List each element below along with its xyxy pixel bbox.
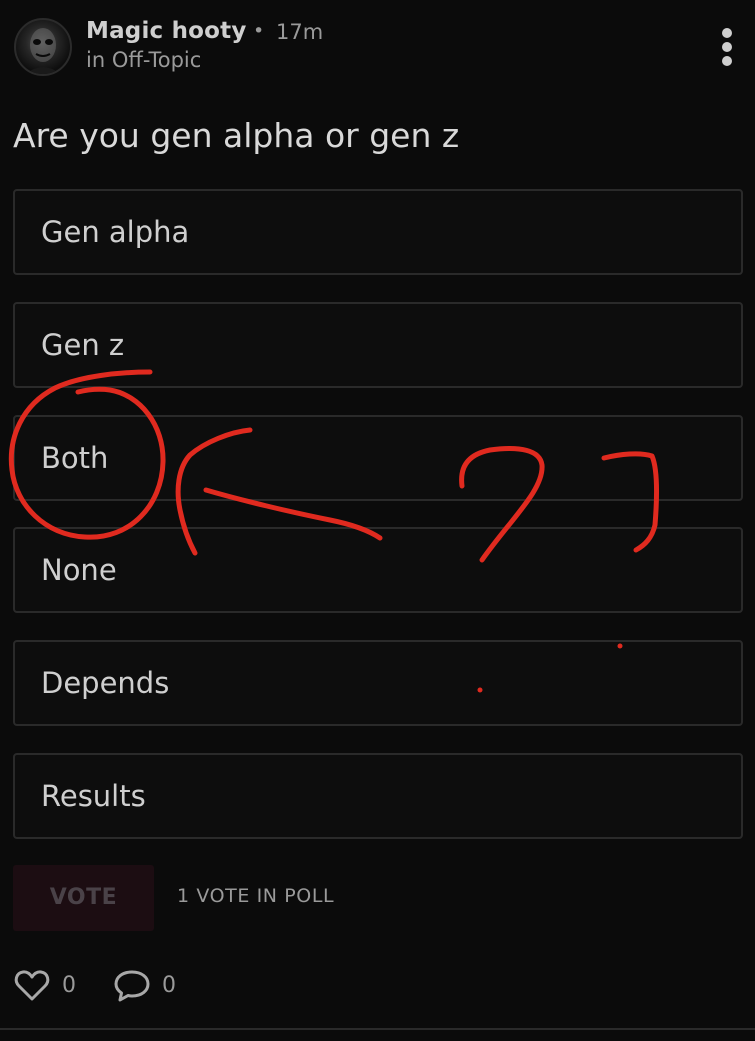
post-header: Magic hooty • 17m in Off-Topic (0, 0, 755, 100)
poll-option-both[interactable]: Both (13, 415, 743, 501)
like-button[interactable]: 0 (12, 966, 82, 1006)
post-time: 17m (276, 20, 324, 44)
poll-option-gen-alpha[interactable]: Gen alpha (13, 189, 743, 275)
option-label: Gen z (41, 328, 125, 362)
community-link[interactable]: in Off-Topic (86, 48, 201, 72)
separator-dot: • (253, 20, 265, 42)
poll-option-none[interactable]: None (13, 527, 743, 613)
poll-option-results[interactable]: Results (13, 753, 743, 839)
option-label: Results (41, 779, 146, 813)
option-label: Gen alpha (41, 215, 190, 249)
more-vertical-icon[interactable] (710, 24, 744, 68)
option-label: None (41, 553, 117, 587)
comment-count: 0 (162, 973, 176, 998)
bottom-divider (0, 1028, 755, 1030)
comment-button[interactable]: 0 (112, 966, 182, 1006)
avatar[interactable] (14, 18, 72, 76)
option-label: Depends (41, 666, 170, 700)
heart-icon (14, 970, 50, 1001)
poll-option-gen-z[interactable]: Gen z (13, 302, 743, 388)
option-label: Both (41, 441, 109, 475)
comment-bubble-icon (114, 970, 150, 1002)
author-name[interactable]: Magic hooty (86, 18, 247, 44)
poll-question: Are you gen alpha or gen z (13, 116, 460, 155)
poll-option-depends[interactable]: Depends (13, 640, 743, 726)
vote-button[interactable]: VOTE (13, 865, 154, 931)
like-count: 0 (62, 973, 76, 998)
vote-count: 1 VOTE IN POLL (177, 885, 335, 907)
